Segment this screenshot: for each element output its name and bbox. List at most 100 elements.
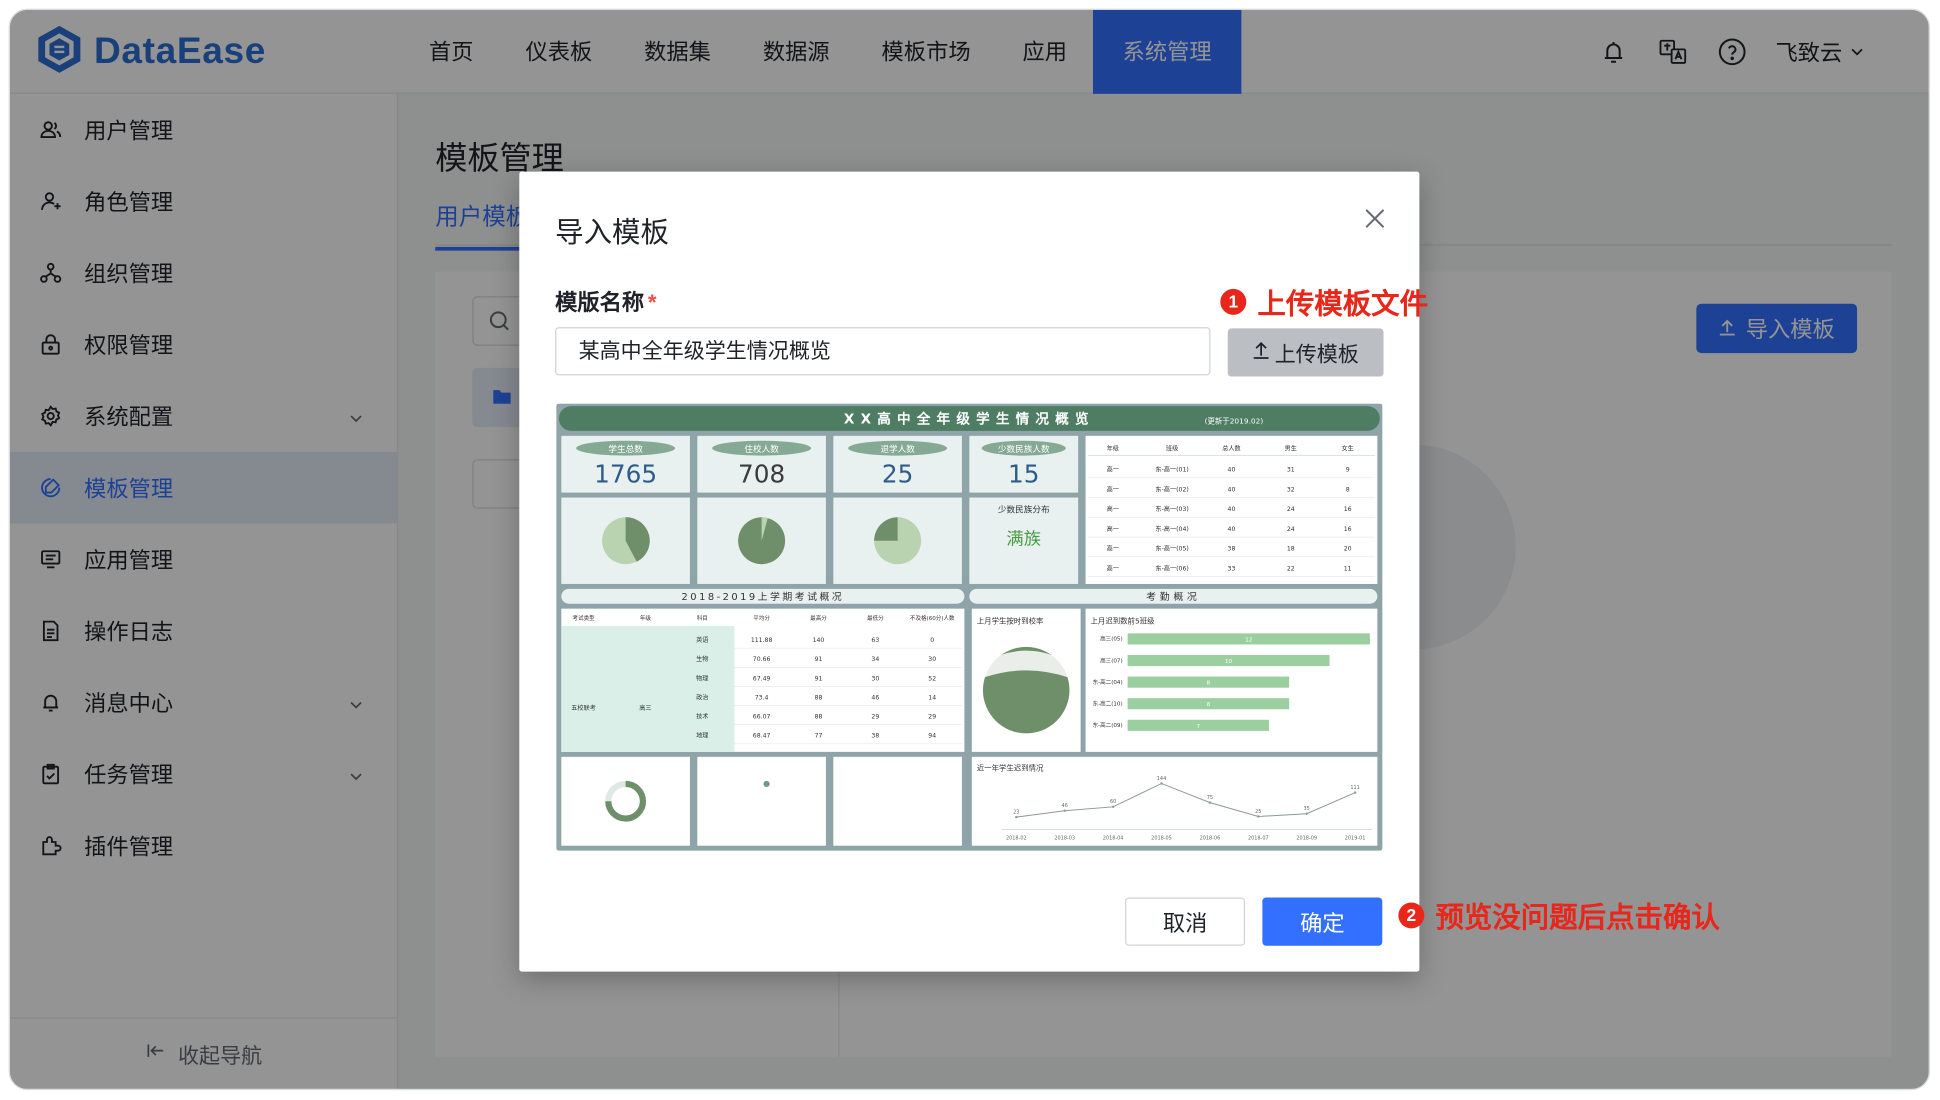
- annotation-number: 2: [1398, 901, 1425, 928]
- exam-table-cell: 73.4: [755, 694, 769, 701]
- annotation-number: 1: [1220, 288, 1247, 315]
- exam-table-header: 最高分: [810, 614, 827, 622]
- app-window: DataEase 首页 仪表板 数据集 数据源 模板市场 应用 系统管理 飞致云: [9, 9, 1929, 1089]
- kpi-card: 学生总数 1765: [561, 435, 690, 493]
- class-table-header: 男生: [1285, 445, 1297, 453]
- late-trend-value: 35: [1304, 806, 1310, 812]
- class-table-cell: 40: [1228, 526, 1236, 533]
- exam-table-cell: 物理: [696, 674, 708, 682]
- annotation-text: 预览没问题后点击确认: [1435, 901, 1720, 934]
- late-trend-chart: 近一年学生迟到情况 23 2018-02 46 2018-03 60 2018-04 144…: [971, 756, 1378, 846]
- class-table-cell: 高一: [1107, 564, 1119, 572]
- annotation-step-1: 1 上传模板文件: [1220, 280, 1428, 322]
- confirm-button[interactable]: 确定: [1262, 897, 1383, 946]
- class-table-cell: 11: [1344, 565, 1352, 572]
- class-table-header: 女生: [1342, 445, 1354, 453]
- late-bar-value: 7: [1197, 724, 1201, 730]
- kpi-label: 住校人数: [744, 443, 779, 455]
- exam-table-cell: 0: [930, 637, 934, 644]
- template-name-label: 模版名称 *: [555, 285, 656, 317]
- kpi-value: 1765: [594, 460, 657, 489]
- exam-table-cell: 67.49: [753, 675, 771, 682]
- late-trend-point: [1111, 805, 1115, 809]
- exam-table-header: 科目: [697, 614, 708, 622]
- template-preview: XX高中全年级学生情况概览 (更新于2019.02) 学生总数 1765 住校人…: [556, 403, 1383, 851]
- exam-type: 五校联考: [571, 704, 596, 712]
- import-template-dialog: 导入模板 模版名称 * 1 上传模板文件 某高中全年级学生情况概览 上传模板 XX…: [519, 171, 1720, 972]
- cancel-button[interactable]: 取消: [1125, 897, 1246, 946]
- exam-table-cell: 91: [815, 656, 823, 663]
- exam-table-cell: 46: [871, 694, 879, 701]
- dashboard-preview-image: XX高中全年级学生情况概览 (更新于2019.02) 学生总数 1765 住校人…: [556, 403, 1383, 851]
- class-table-cell: 40: [1228, 506, 1236, 513]
- late-bar-label: 高三(05): [1100, 635, 1123, 643]
- minority-top: 满族: [1006, 529, 1041, 549]
- kpi-card: 住校人数 708: [697, 435, 826, 493]
- exam-table-cell: 30: [871, 675, 879, 682]
- exam-grade: 高三: [639, 704, 651, 712]
- class-table: 年级 班级 总人数 男生 女生高一 东-高一(01) 40 31 9高一 东-高一(02) 40 32…: [1085, 435, 1378, 584]
- class-table-cell: 高一: [1107, 466, 1119, 474]
- late-trend-value: 60: [1110, 799, 1116, 805]
- close-icon[interactable]: [1363, 206, 1388, 231]
- class-table-cell: 高一: [1107, 485, 1119, 493]
- class-table-cell: 24: [1287, 506, 1295, 513]
- exam-table-cell: 88: [815, 694, 823, 701]
- exam-table-cell: 68.47: [753, 733, 771, 740]
- donut-panel: [561, 756, 690, 846]
- exam-table-cell: 14: [928, 694, 936, 701]
- minority-title: 少数民族分布: [998, 503, 1050, 515]
- exam-table-cell: 70.66: [753, 656, 771, 663]
- late-trend-xlabel: 2018-09: [1296, 836, 1317, 842]
- late-trend-xlabel: 2018-06: [1200, 836, 1221, 842]
- late-trend-xlabel: 2018-02: [1006, 836, 1027, 842]
- late-trend-point: [1063, 809, 1066, 812]
- late-trend-point: [1015, 815, 1018, 819]
- class-table-cell: 32: [1287, 486, 1295, 493]
- template-name-label-text: 模版名称: [555, 290, 645, 315]
- exam-table-header: 平均分: [753, 614, 770, 622]
- late-trend-point: [1208, 801, 1212, 804]
- class-table-cell: 东-高一(03): [1155, 505, 1188, 513]
- kpi-value: 708: [738, 460, 785, 489]
- empty-panel: [697, 756, 826, 846]
- empty-panel: [833, 756, 962, 846]
- class-table-cell: 东-高一(01): [1155, 466, 1188, 474]
- late-trend-value: 144: [1157, 776, 1166, 782]
- late-trend-xlabel: 2018-03: [1054, 836, 1075, 842]
- late-trend-point: [1353, 791, 1357, 794]
- late-bar-value: 12: [1245, 637, 1252, 643]
- class-table-header: 年级: [1107, 445, 1119, 453]
- template-name-input[interactable]: 某高中全年级学生情况概览: [555, 327, 1211, 376]
- late-trend-value: 23: [1013, 809, 1019, 815]
- class-table-header: 班级: [1166, 445, 1178, 453]
- exam-table-cell: 140: [813, 637, 825, 644]
- kpi-value: 25: [882, 460, 913, 489]
- class-table-cell: 高一: [1107, 545, 1119, 553]
- late-trend-xlabel: 2018-04: [1103, 836, 1124, 842]
- kpi-card: 少数民族人数 15: [969, 435, 1079, 493]
- class-table-cell: 40: [1228, 486, 1236, 493]
- late-bar-label: 东-高二(10): [1093, 700, 1123, 708]
- exam-table-cell: 30: [928, 656, 936, 663]
- dialog-title: 导入模板: [555, 216, 669, 249]
- attendance-section-title: 考勤概况: [1146, 590, 1200, 603]
- class-table-header: 总人数: [1222, 445, 1240, 453]
- class-table-cell: 8: [1346, 486, 1350, 493]
- late-trend-xlabel: 2018-05: [1151, 836, 1172, 842]
- exam-table-cell: 91: [815, 675, 823, 682]
- late-trend-point: [1305, 812, 1308, 815]
- kpi-label: 学生总数: [608, 443, 643, 455]
- upload-template-button[interactable]: 上传模板: [1227, 328, 1384, 377]
- preview-updated: (更新于2019.02): [1205, 415, 1264, 425]
- class-table-cell: 24: [1287, 526, 1295, 533]
- annotation-text: 上传模板文件: [1257, 287, 1429, 320]
- exam-table-cell: 111.88: [751, 637, 773, 644]
- late-bar-value: 8: [1207, 702, 1211, 708]
- preview-title: XX高中全年级学生情况概览: [844, 410, 1095, 427]
- late-top5-chart: 上月迟到数前5班级 高三(05) 12 高三(07) 10 东-高二(04) 8 东-高二(…: [1085, 608, 1378, 752]
- exam-table-cell: 88: [815, 714, 823, 721]
- late-trend-xlabel: 2019-01: [1345, 836, 1366, 842]
- exam-section-title: 2018-2019上学期考试概况: [682, 590, 845, 603]
- late-trend-value: 25: [1255, 809, 1261, 815]
